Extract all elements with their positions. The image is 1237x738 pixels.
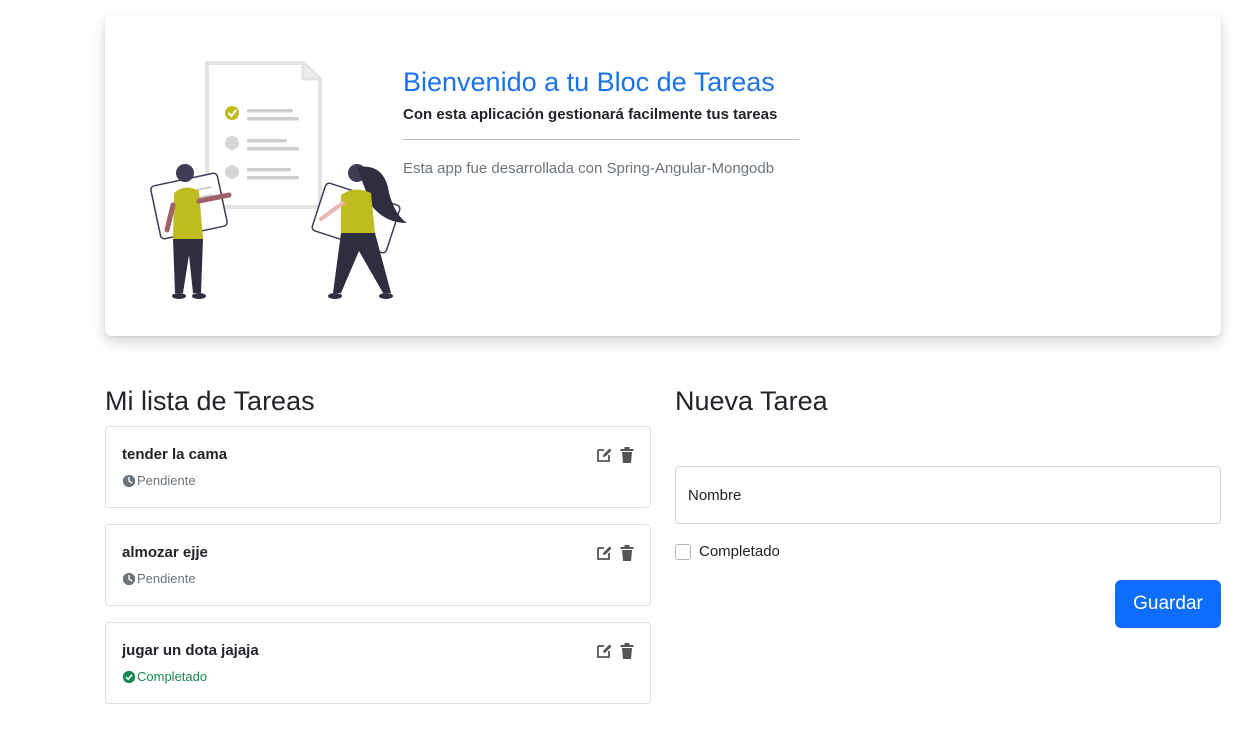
task-status-label: Pendiente [137,473,196,488]
edit-icon[interactable] [595,446,613,464]
clock-icon [122,572,136,585]
task-card: tender la cama Pendiente [105,426,651,508]
task-status-label: Completado [137,669,208,684]
trash-icon[interactable] [618,544,636,562]
new-task-title: Nueva Tarea [675,386,828,416]
completed-checkbox-row[interactable]: Completado [675,543,780,560]
hero-title: Bienvenido a tu Bloc de Tareas [403,67,775,97]
people-with-checklist-illustration [150,61,407,299]
task-actions [595,544,636,562]
check-circle-icon [122,670,136,683]
completed-checkbox[interactable] [675,543,691,560]
task-name: tender la cama [122,446,228,463]
hero-divider [403,139,799,140]
task-name-input[interactable] [675,466,1221,524]
clock-icon [122,474,136,487]
task-actions [595,642,636,660]
task-actions [595,446,636,464]
hero-subtitle: Con esta aplicación gestionará facilment… [403,106,778,123]
task-status: Pendiente [122,571,196,586]
task-list-title: Mi lista de Tareas [105,386,315,416]
trash-icon[interactable] [618,446,636,464]
edit-icon[interactable] [595,544,613,562]
save-button[interactable]: Guardar [1115,580,1221,628]
trash-icon[interactable] [618,642,636,660]
edit-icon[interactable] [595,642,613,660]
task-card: almozar ejje Pendiente [105,524,651,606]
task-name: almozar ejje [122,544,208,561]
task-status: Pendiente [122,473,196,488]
hero-credit: Esta app fue desarrollada con Spring-Ang… [403,160,775,177]
task-card: jugar un dota jajaja Completado [105,622,651,704]
task-status-label: Pendiente [137,571,196,586]
completed-checkbox-label[interactable]: Completado [699,543,780,560]
welcome-hero-card: Bienvenido a tu Bloc de Tareas Con esta … [105,15,1221,336]
hero-text: Bienvenido a tu Bloc de Tareas Con esta … [403,65,801,177]
task-status: Completado [122,669,207,684]
task-name: jugar un dota jajaja [122,642,259,659]
